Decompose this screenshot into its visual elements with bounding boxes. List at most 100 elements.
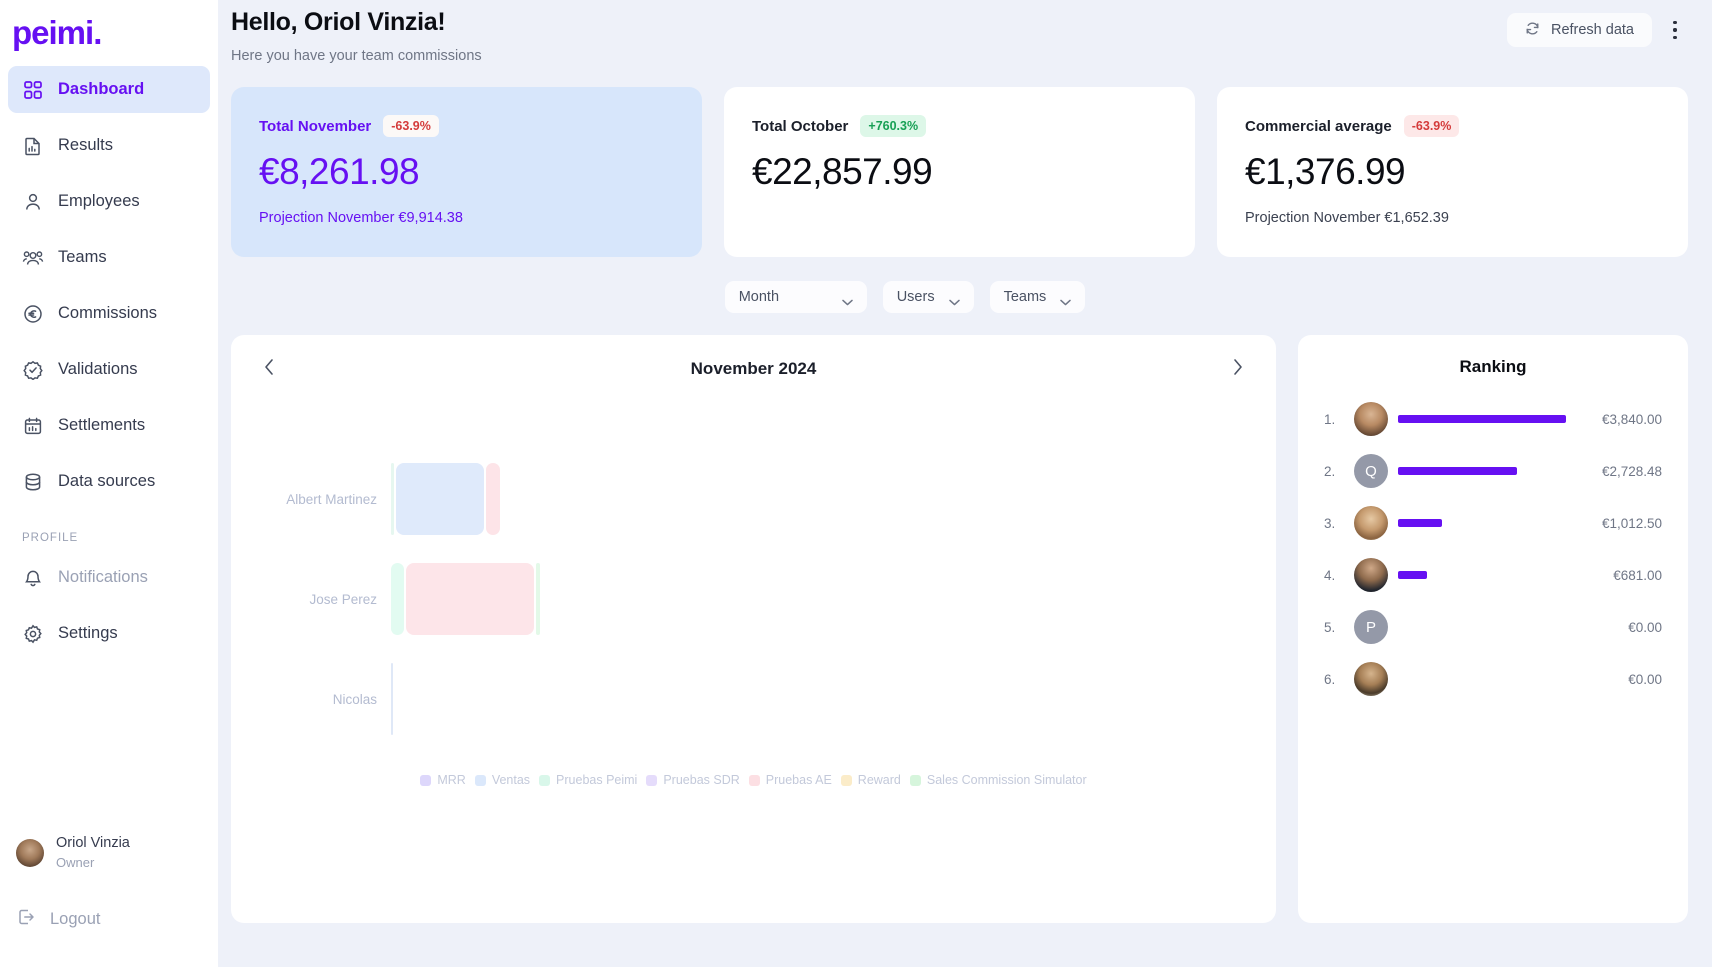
ranking-row[interactable]: 2. Q €2,728.48: [1324, 445, 1662, 497]
sidebar-item-label: Validations: [58, 360, 138, 378]
ranking-row[interactable]: 4. €681.00: [1324, 549, 1662, 601]
sidebar-item-label: Notifications: [58, 568, 148, 586]
sidebar-item-results[interactable]: Results: [8, 122, 210, 169]
grid-icon: [22, 79, 44, 101]
bar-segment[interactable]: [391, 563, 404, 635]
filter-label: Month: [738, 289, 780, 305]
rank-position: 3.: [1324, 515, 1336, 531]
sidebar-item-teams[interactable]: Teams: [8, 234, 210, 281]
ranking-title: Ranking: [1459, 357, 1527, 376]
stat-card-total-november[interactable]: Total November -63.9% €8,261.98 Projecti…: [231, 87, 702, 257]
bar-segment[interactable]: [536, 563, 540, 635]
avatar-initial: P: [1354, 610, 1388, 644]
bar-segment[interactable]: [391, 463, 394, 535]
rank-bar-wrap: [1398, 415, 1566, 423]
sidebar: peimi. Dashboard Results Employees Teams…: [0, 0, 218, 967]
kebab-dot: [1673, 28, 1677, 32]
sidebar-item-settings[interactable]: Settings: [8, 610, 210, 657]
bar-segment[interactable]: [396, 463, 484, 535]
chart-month-nav: November 2024: [231, 351, 1276, 387]
sidebar-item-dashboard[interactable]: Dashboard: [8, 66, 210, 113]
card-projection: Projection November €9,914.38: [259, 210, 463, 226]
legend-item[interactable]: Pruebas AE: [748, 773, 832, 787]
sidebar-nav: Dashboard Results Employees Teams Commis…: [0, 62, 218, 666]
kebab-menu-icon[interactable]: [1662, 15, 1688, 45]
legend-label: Pruebas Peimi: [556, 773, 638, 787]
sidebar-user-block[interactable]: Oriol Vinzia Owner: [0, 827, 218, 879]
bar-segment[interactable]: [391, 663, 393, 735]
rank-position: 1.: [1324, 411, 1336, 427]
chevron-down-icon: [841, 294, 853, 305]
rank-amount: €2,728.48: [1601, 463, 1662, 479]
legend-item[interactable]: Pruebas SDR: [646, 773, 740, 787]
filter-label: Teams: [1003, 289, 1047, 305]
bar-category-label: Jose Perez: [309, 591, 377, 607]
user-role: Owner: [56, 855, 95, 870]
rank-bar-wrap: [1398, 519, 1566, 527]
legend-item[interactable]: Reward: [840, 773, 901, 787]
rank-bar: [1398, 415, 1566, 423]
ranking-row[interactable]: 1. €3,840.00: [1324, 393, 1662, 445]
logout-icon: [16, 907, 36, 932]
card-value: €1,376.99: [1245, 151, 1406, 192]
ranking-row[interactable]: 6. €0.00: [1324, 653, 1662, 705]
legend-label: Sales Commission Simulator: [926, 773, 1087, 787]
sidebar-item-label: Employees: [58, 192, 140, 210]
rank-position: 6.: [1324, 671, 1336, 687]
card-title: Total November: [259, 117, 372, 135]
ranking-row[interactable]: 5. P €0.00: [1324, 601, 1662, 653]
main-content: Hello, Oriol Vinzia! Here you have your …: [218, 0, 1712, 967]
rank-bar: [1398, 519, 1442, 527]
avatar-initial-letter: Q: [1365, 462, 1377, 480]
sidebar-item-data-sources[interactable]: Data sources: [8, 458, 210, 505]
filter-label: Users: [896, 289, 935, 305]
stat-card-commercial-average[interactable]: Commercial average -63.9% €1,376.99 Proj…: [1217, 87, 1688, 257]
filter-dropdown-users[interactable]: Users: [882, 281, 974, 313]
chart-bar-row: Nicolas: [231, 649, 1276, 749]
refresh-data-button[interactable]: Refresh data: [1506, 13, 1652, 47]
rank-amount: €681.00: [1613, 567, 1662, 583]
legend-swatch-icon: [420, 774, 432, 786]
rank-amount: €0.00: [1628, 671, 1662, 687]
legend-item[interactable]: Pruebas Peimi: [539, 773, 637, 787]
ranking-row[interactable]: 3. €1,012.50: [1324, 497, 1662, 549]
chart-title: November 2024: [690, 359, 817, 378]
legend-item[interactable]: Sales Commission Simulator: [909, 773, 1087, 787]
bar-segment[interactable]: [406, 563, 534, 635]
sidebar-item-notifications[interactable]: Notifications: [8, 554, 210, 601]
bar-segment[interactable]: [486, 463, 500, 535]
users-icon: [22, 247, 44, 269]
rank-position: 4.: [1324, 567, 1336, 583]
legend-item[interactable]: Ventas: [474, 773, 530, 787]
stat-card-total-october[interactable]: Total October +760.3% €22,857.99: [724, 87, 1195, 257]
chevron-right-icon[interactable]: [1231, 357, 1244, 382]
filter-dropdown-teams[interactable]: Teams: [989, 281, 1086, 313]
sidebar-section-profile: PROFILE: [22, 532, 79, 544]
logout-button[interactable]: Logout: [0, 899, 218, 939]
calendar-icon: [22, 415, 44, 437]
sidebar-item-commissions[interactable]: Commissions: [8, 290, 210, 337]
card-header: Total November -63.9%: [259, 115, 674, 137]
rank-position: 2.: [1324, 463, 1336, 479]
sidebar-item-settlements[interactable]: Settlements: [8, 402, 210, 449]
bar-track: [391, 663, 393, 735]
document-chart-icon: [22, 135, 44, 157]
legend-swatch-icon: [840, 774, 852, 786]
legend-label: Pruebas AE: [765, 773, 832, 787]
chevron-left-icon[interactable]: [263, 357, 276, 382]
card-value: €22,857.99: [752, 151, 933, 192]
sidebar-item-label: Data sources: [58, 472, 156, 490]
legend-label: Reward: [857, 773, 901, 787]
filter-dropdown-month[interactable]: Month: [724, 281, 867, 313]
sidebar-item-validations[interactable]: Validations: [8, 346, 210, 393]
kebab-dot: [1673, 20, 1677, 25]
sidebar-item-employees[interactable]: Employees: [8, 178, 210, 225]
status-badge: -63.9%: [1403, 115, 1460, 137]
card-title: Total October: [752, 117, 849, 135]
brand-logo[interactable]: peimi.: [0, 0, 218, 62]
avatar: [1354, 506, 1388, 540]
page-title: Hello, Oriol Vinzia!: [231, 8, 446, 36]
legend-item[interactable]: MRR: [420, 773, 466, 787]
bar-category-label: Nicolas: [332, 691, 377, 707]
